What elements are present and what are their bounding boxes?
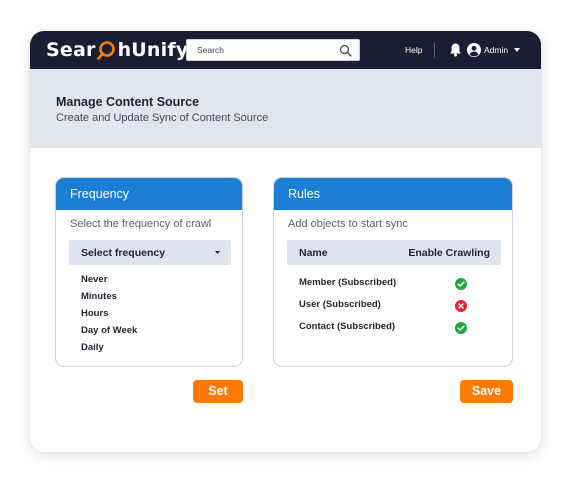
help-link[interactable]: Help: [405, 45, 422, 55]
rules-card: Rules Add objects to start sync Name Ena…: [273, 177, 513, 367]
column-header-enable-crawling: Enable Crawling: [408, 247, 490, 259]
search-icon[interactable]: [339, 44, 352, 57]
frequency-select-label: Select frequency: [81, 247, 166, 259]
logo-text-left: Sear: [46, 39, 96, 61]
page-subtitle: Create and Update Sync of Content Source: [56, 112, 269, 124]
search-placeholder: Search: [197, 45, 224, 55]
frequency-description: Select the frequency of crawl: [70, 218, 212, 230]
frequency-option-day-of-week[interactable]: Day of Week: [81, 325, 137, 336]
page-header: Manage Content Source Create and Update …: [30, 69, 541, 148]
frequency-option-minutes[interactable]: Minutes: [81, 291, 117, 302]
frequency-card-title: Frequency: [56, 178, 242, 210]
rules-card-title: Rules: [274, 178, 512, 210]
check-circle-icon[interactable]: [455, 322, 467, 334]
app-window: Sear hUnify Search Help Admin Manage Con…: [30, 31, 541, 452]
rule-row-member: Member (Subscribed): [299, 277, 397, 288]
rules-description: Add objects to start sync: [288, 218, 408, 230]
topbar-divider: [434, 43, 435, 58]
frequency-card: Frequency Select the frequency of crawl …: [55, 177, 243, 367]
rule-row-user: User (Subscribed): [299, 299, 381, 310]
column-header-name: Name: [299, 247, 328, 259]
frequency-option-daily[interactable]: Daily: [81, 342, 104, 353]
set-button[interactable]: Set: [193, 380, 243, 403]
save-button[interactable]: Save: [460, 380, 513, 403]
search-input[interactable]: Search: [186, 39, 360, 61]
user-menu-label[interactable]: Admin: [484, 45, 508, 55]
cross-circle-icon[interactable]: [455, 300, 467, 312]
rules-table-header: Name Enable Crawling: [287, 240, 501, 265]
bell-icon[interactable]: [449, 42, 462, 57]
chevron-down-icon[interactable]: [514, 48, 520, 52]
frequency-select[interactable]: Select frequency: [69, 240, 231, 265]
user-icon[interactable]: [467, 43, 481, 57]
frequency-option-never[interactable]: Never: [81, 274, 107, 285]
searchunify-logo[interactable]: Sear hUnify: [46, 37, 188, 63]
check-circle-icon[interactable]: [455, 278, 467, 290]
chevron-down-icon: [215, 251, 220, 254]
top-navbar: Sear hUnify Search Help Admin: [30, 31, 541, 69]
page-title: Manage Content Source: [56, 95, 200, 109]
rule-row-contact: Contact (Subscribed): [299, 321, 396, 332]
logo-magnifier-icon: [96, 40, 117, 60]
logo-text-right: hUnify: [117, 39, 189, 61]
frequency-option-hours[interactable]: Hours: [81, 308, 108, 319]
